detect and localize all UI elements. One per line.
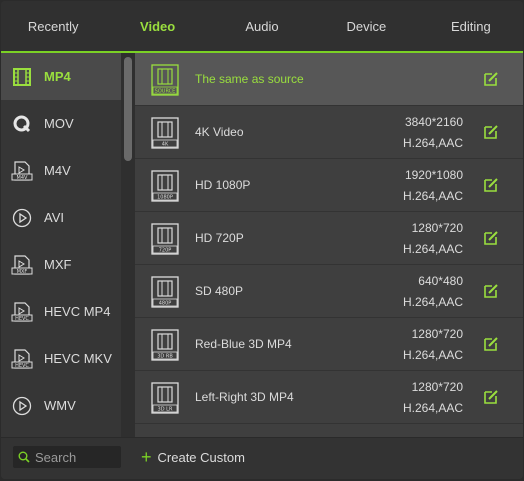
mxf-file-icon: MXF [11,254,33,276]
badge-label: 3D RB [157,354,173,360]
format-picker-window: Recently Video Audio Device Editing MP4 … [1,1,523,479]
hevc-file-icon: HEVC [11,301,33,323]
edit-icon[interactable] [483,230,499,246]
m4v-file-icon: M4V [11,160,33,182]
badge-label: MXF [17,269,28,275]
preset-row-source[interactable]: SOURCE The same as source [135,53,523,106]
badge-label: HEVC [15,316,29,322]
badge-label: 1080P [157,195,173,201]
badge-label: HEVC [15,363,29,369]
preset-name: HD 720P [195,231,244,245]
video-file-icon: 3D LR [151,382,179,414]
preset-row-3d-left-right[interactable]: 3D LR Left-Right 3D MP4 1280*720 H.264,A… [135,371,523,424]
category-tabs: Recently Video Audio Device Editing [1,1,523,53]
sidebar-item-label: M4V [44,163,71,178]
tab-audio[interactable]: Audio [210,1,314,51]
edit-icon[interactable] [483,124,499,140]
tab-device[interactable]: Device [314,1,418,51]
badge-label: 4K [162,142,169,148]
badge-label: SOURCE [155,89,176,95]
video-file-icon: 480P [151,276,179,308]
preset-resolution: 640*480 [418,274,463,288]
preset-codec: H.264,AAC [402,136,463,150]
sidebar-item-label: WMV [44,398,76,413]
edit-icon[interactable] [483,71,499,87]
sidebar-scrollbar[interactable] [121,53,135,437]
preset-row-1080p[interactable]: 1080P HD 1080P 1920*1080 H.264,AAC [135,159,523,212]
sidebar-item-m4v[interactable]: M4V M4V [1,147,121,194]
preset-name: SD 480P [195,284,244,298]
sidebar-item-avi[interactable]: AVI [1,194,121,241]
tab-video[interactable]: Video [105,1,209,51]
preset-row-3d-red-blue[interactable]: 3D RB Red-Blue 3D MP4 1280*720 H.264,AAC [135,318,523,371]
sidebar-item-mxf[interactable]: MXF MXF [1,241,121,288]
preset-list: SOURCE The same as source 4K 4K Video 38… [135,53,523,437]
sidebar-item-mov[interactable]: MOV [1,100,121,147]
sidebar-item-label: AVI [44,210,64,225]
play-circle-icon [11,395,33,417]
create-custom-button[interactable]: + Create Custom [141,446,245,468]
preset-codec: H.264,AAC [402,295,463,309]
sidebar-item-label: HEVC MP4 [44,304,111,319]
preset-resolution: 1280*720 [411,380,463,394]
edit-icon[interactable] [483,283,499,299]
preset-name: Red-Blue 3D MP4 [195,337,292,351]
play-circle-icon [11,207,33,229]
plus-icon: + [141,447,152,467]
preset-resolution: 1920*1080 [404,168,463,182]
preset-resolution: 1280*720 [411,221,463,235]
preset-codec: H.264,AAC [402,189,463,203]
sidebar-item-label: MOV [44,116,74,131]
preset-codec: H.264,AAC [402,242,463,256]
sidebar-item-hevc-mkv[interactable]: HEVC HEVC MKV [1,335,121,382]
video-file-icon: 720P [151,223,179,255]
preset-name: Left-Right 3D MP4 [195,390,294,404]
video-file-icon: 4K [151,117,179,149]
film-icon [11,66,33,88]
preset-resolution: 3840*2160 [404,115,463,129]
quicktime-icon [11,113,33,135]
search-input[interactable] [33,446,119,468]
badge-label: 3D LR [158,407,173,413]
preset-codec: H.264,AAC [402,348,463,362]
hevc-file-icon: HEVC [11,348,33,370]
sidebar-item-wmv[interactable]: WMV [1,382,121,429]
preset-name: 4K Video [195,125,244,139]
preset-resolution: 1280*720 [411,327,463,341]
sidebar-scrollbar-thumb[interactable] [124,57,132,161]
preset-row-4k[interactable]: 4K 4K Video 3840*2160 H.264,AAC [135,106,523,159]
preset-row-720p[interactable]: 720P HD 720P 1280*720 H.264,AAC [135,212,523,265]
badge-label: 720P [159,248,172,254]
video-file-icon: 1080P [151,170,179,202]
preset-name: HD 1080P [195,178,251,192]
badge-label: 480P [159,301,172,307]
sidebar-item-label: MP4 [44,69,71,84]
source-file-icon: SOURCE [151,64,179,96]
preset-name: The same as source [195,72,304,86]
video-file-icon: 3D RB [151,329,179,361]
sidebar-item-mp4[interactable]: MP4 [1,53,121,100]
format-type-sidebar: MP4 MOV M4V M4V AVI MXF MXF HEVC HEVC MP… [1,53,121,437]
create-custom-label: Create Custom [157,449,245,465]
sidebar-item-hevc-mp4[interactable]: HEVC HEVC MP4 [1,288,121,335]
preset-codec: H.264,AAC [402,401,463,415]
edit-icon[interactable] [483,336,499,352]
search-box [13,446,121,468]
search-icon [18,451,30,463]
edit-icon[interactable] [483,177,499,193]
edit-icon[interactable] [483,389,499,405]
footer-bar: + Create Custom [1,437,523,479]
preset-row-480p[interactable]: 480P SD 480P 640*480 H.264,AAC [135,265,523,318]
tab-editing[interactable]: Editing [419,1,523,51]
tab-recently[interactable]: Recently [1,1,105,51]
sidebar-item-label: HEVC MKV [44,351,112,366]
badge-label: M4V [17,175,28,181]
sidebar-item-label: MXF [44,257,72,272]
